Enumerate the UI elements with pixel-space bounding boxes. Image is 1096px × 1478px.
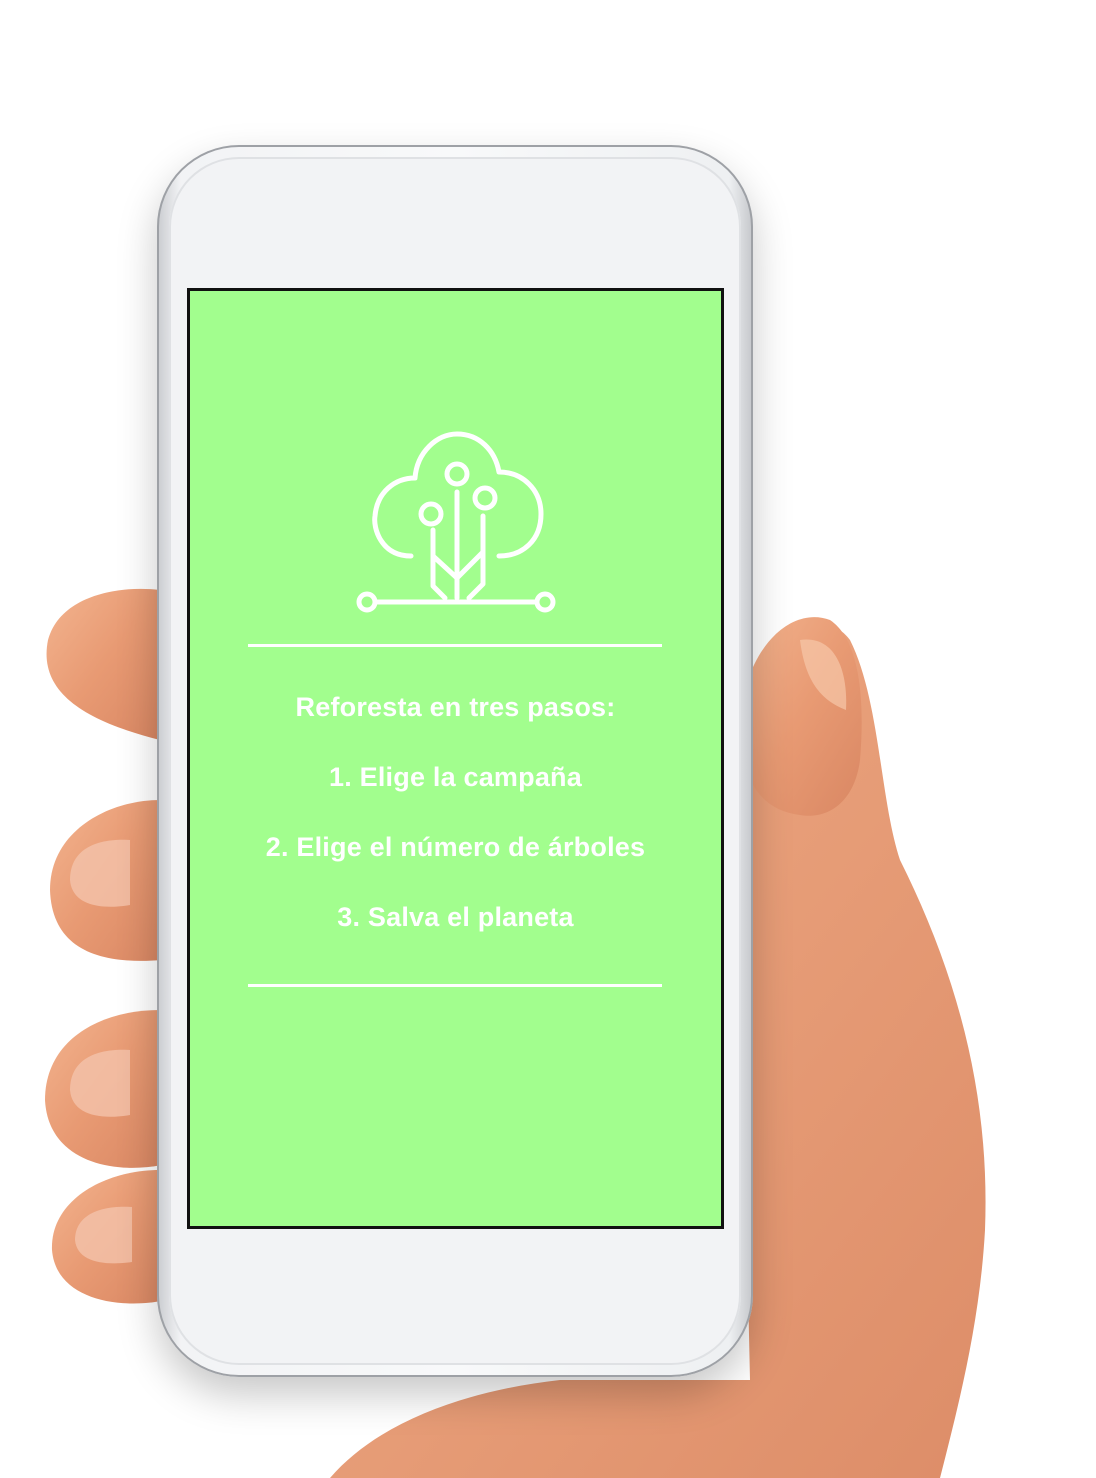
step-1: 1. Elige la campaña: [329, 762, 582, 792]
steps-heading: Reforesta en tres pasos:: [295, 692, 616, 722]
tree-circuit-icon: [356, 431, 556, 613]
phone-in-hand-scene: Reforesta en tres pasos: 1. Elige la cam…: [0, 0, 1096, 1478]
step-3: 3. Salva el planeta: [337, 902, 574, 932]
bottom-divider: [248, 984, 662, 987]
step-2: 2. Elige el número de árboles: [265, 832, 646, 862]
top-divider: [248, 644, 662, 647]
